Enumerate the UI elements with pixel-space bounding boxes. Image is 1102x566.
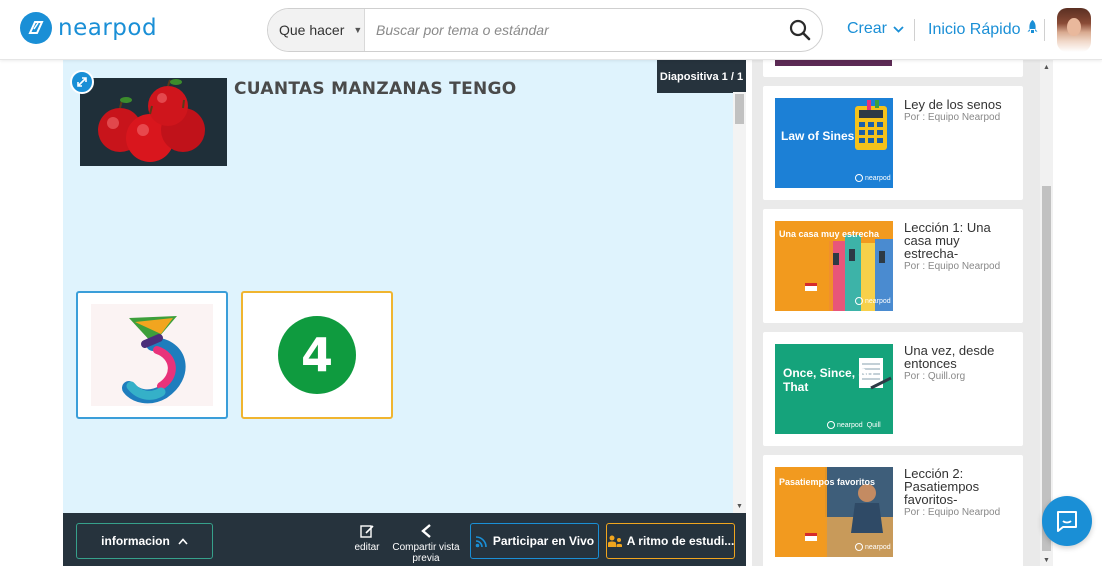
lesson-card-partial[interactable] xyxy=(763,60,1023,77)
lesson-thumbnail: Pasatiempos favoritos nearpod xyxy=(775,467,893,557)
lesson-card[interactable]: Law of Sines nearpod Ley de los senos Po… xyxy=(763,86,1023,200)
nearpod-watermark: nearpod xyxy=(855,174,891,182)
lesson-thumbnail-text: Una casa muy estrecha xyxy=(779,229,880,239)
lesson-title-text: Lección 1: Una casa muy estrecha- xyxy=(904,220,991,261)
number-three-image xyxy=(91,304,213,406)
search-bar: Que hacer ▼ xyxy=(267,8,823,52)
nearpod-watermark: nearpod Quill xyxy=(827,421,881,429)
lesson-author: Por : Equipo Nearpod xyxy=(904,261,1001,272)
answer-option-three[interactable] xyxy=(76,291,228,419)
nearpod-logo-icon xyxy=(20,12,52,44)
nav-inicio-rapido[interactable]: Inicio Rápido xyxy=(928,20,1038,39)
nearpod-watermark-icon xyxy=(855,174,863,182)
chat-support-button[interactable] xyxy=(1042,496,1092,546)
scroll-down-arrow-icon[interactable]: ▼ xyxy=(1043,557,1050,564)
number-four-badge: 4 xyxy=(278,316,356,394)
scrollbar-thumb[interactable] xyxy=(735,94,744,124)
nearpod-watermark-text: nearpod xyxy=(865,543,891,551)
nearpod-watermark-text: nearpod xyxy=(865,297,891,305)
search-icon xyxy=(789,19,811,41)
participate-live-label: Participar en Vivo xyxy=(492,534,595,548)
apples-image xyxy=(80,78,227,166)
nav-crear-dropdown[interactable]: Crear xyxy=(847,20,904,38)
lesson-author: Por : Equipo Nearpod xyxy=(904,507,1001,518)
lesson-thumbnail-text: Law of Sines xyxy=(781,129,855,143)
expand-slide-button[interactable] xyxy=(70,70,94,94)
lesson-author: Por : Quill.org xyxy=(904,371,966,382)
edit-button[interactable]: editar xyxy=(352,522,382,553)
lesson-thumbnail-text: Pasatiempos favoritos xyxy=(779,477,876,487)
top-header: nearpod Que hacer ▼ Crear Inicio Rápido xyxy=(0,0,1102,60)
chat-icon xyxy=(1057,511,1077,532)
nearpod-logo-text: nearpod xyxy=(58,15,158,41)
expand-icon xyxy=(77,77,87,87)
lesson-card[interactable]: Pasatiempos favoritos nearpod Lección 2:… xyxy=(763,455,1023,566)
lesson-thumbnail-text: Once, Since, So That xyxy=(783,366,874,394)
nav-crear-label: Crear xyxy=(847,20,888,37)
scrollbar-thumb[interactable] xyxy=(1042,186,1051,551)
edit-icon xyxy=(360,522,374,540)
nearpod-watermark-text: nearpod xyxy=(865,174,891,182)
slide-counter-badge: Diapositiva 1 / 1 xyxy=(657,60,746,93)
info-button-label: informacion xyxy=(101,534,170,548)
lesson-thumbnail: Una casa muy estrecha nearpod xyxy=(775,221,893,311)
slide-scrollbar[interactable]: ▼ xyxy=(733,92,746,513)
nearpod-watermark-icon xyxy=(827,421,835,429)
slide-title: CUANTAS MANZANAS TENGO xyxy=(234,79,517,99)
search-input[interactable] xyxy=(365,9,778,51)
participate-live-button[interactable]: Participar en Vivo xyxy=(470,523,599,559)
live-signal-icon xyxy=(475,535,488,548)
nearpod-watermark-text: nearpod xyxy=(837,421,863,429)
search-filter-label: Que hacer xyxy=(279,22,345,38)
lesson-list-panel: Law of Sines nearpod Ley de los senos Po… xyxy=(752,60,1040,566)
scroll-down-arrow-icon[interactable]: ▼ xyxy=(736,503,743,510)
share-preview-label: Compartir vista previa xyxy=(392,542,460,564)
nav-divider xyxy=(914,19,915,41)
student-paced-button[interactable]: A ritmo de estudi... xyxy=(606,523,735,559)
lesson-thumbnail: Once, Since, So That nearpod Quill xyxy=(775,344,893,434)
quill-watermark-text: Quill xyxy=(866,421,881,429)
info-toggle-button[interactable]: informacion xyxy=(76,523,213,559)
lesson-panel-scrollbar[interactable]: ▲ ▼ xyxy=(1040,60,1053,566)
lesson-title: Una vez, desde entonces Por : Quill.org xyxy=(904,344,1014,382)
nearpod-logo[interactable]: nearpod xyxy=(20,12,157,44)
lesson-title: Lección 2: Pasatiempos favoritos- Por : … xyxy=(904,467,1014,518)
lesson-thumbnail xyxy=(775,60,892,66)
student-paced-icon xyxy=(607,535,623,548)
lesson-thumbnail: Law of Sines nearpod xyxy=(775,98,893,188)
nearpod-watermark: nearpod xyxy=(855,297,891,305)
share-icon xyxy=(420,522,432,540)
search-filter-dropdown[interactable]: Que hacer ▼ xyxy=(268,9,365,51)
chevron-down-icon xyxy=(893,22,904,36)
lesson-card[interactable]: Once, Since, So That nearpod Quill Una ve… xyxy=(763,332,1023,446)
lesson-title: Lección 1: Una casa muy estrecha- Por : … xyxy=(904,221,1014,272)
nearpod-watermark-icon xyxy=(855,297,863,305)
nearpod-watermark-icon xyxy=(855,543,863,551)
rocket-icon xyxy=(1027,20,1038,39)
share-preview-button[interactable]: Compartir vista previa xyxy=(390,522,462,564)
lesson-author: Por : Equipo Nearpod xyxy=(904,112,1001,123)
chevron-up-icon xyxy=(178,534,188,548)
scroll-up-arrow-icon[interactable]: ▲ xyxy=(1043,64,1050,71)
answer-option-four[interactable]: 4 xyxy=(241,291,393,419)
search-button[interactable] xyxy=(778,9,822,51)
lesson-title-text: Lección 2: Pasatiempos favoritos- xyxy=(904,466,980,507)
lesson-title-text: Una vez, desde entonces xyxy=(904,343,995,371)
lesson-title-text: Ley de los senos xyxy=(904,97,1002,112)
caret-down-icon: ▼ xyxy=(353,25,363,35)
edit-button-label: editar xyxy=(354,542,380,553)
avatar-face xyxy=(1067,18,1081,36)
nav-divider xyxy=(1044,19,1045,41)
user-avatar[interactable] xyxy=(1057,8,1091,52)
lesson-card[interactable]: Una casa muy estrecha nearpod Lección 1:… xyxy=(763,209,1023,323)
nearpod-watermark: nearpod xyxy=(855,543,891,551)
nav-inicio-rapido-label: Inicio Rápido xyxy=(928,20,1021,38)
student-paced-label: A ritmo de estudi... xyxy=(626,534,735,548)
lesson-title: Ley de los senos Por : Equipo Nearpod xyxy=(904,98,1014,123)
